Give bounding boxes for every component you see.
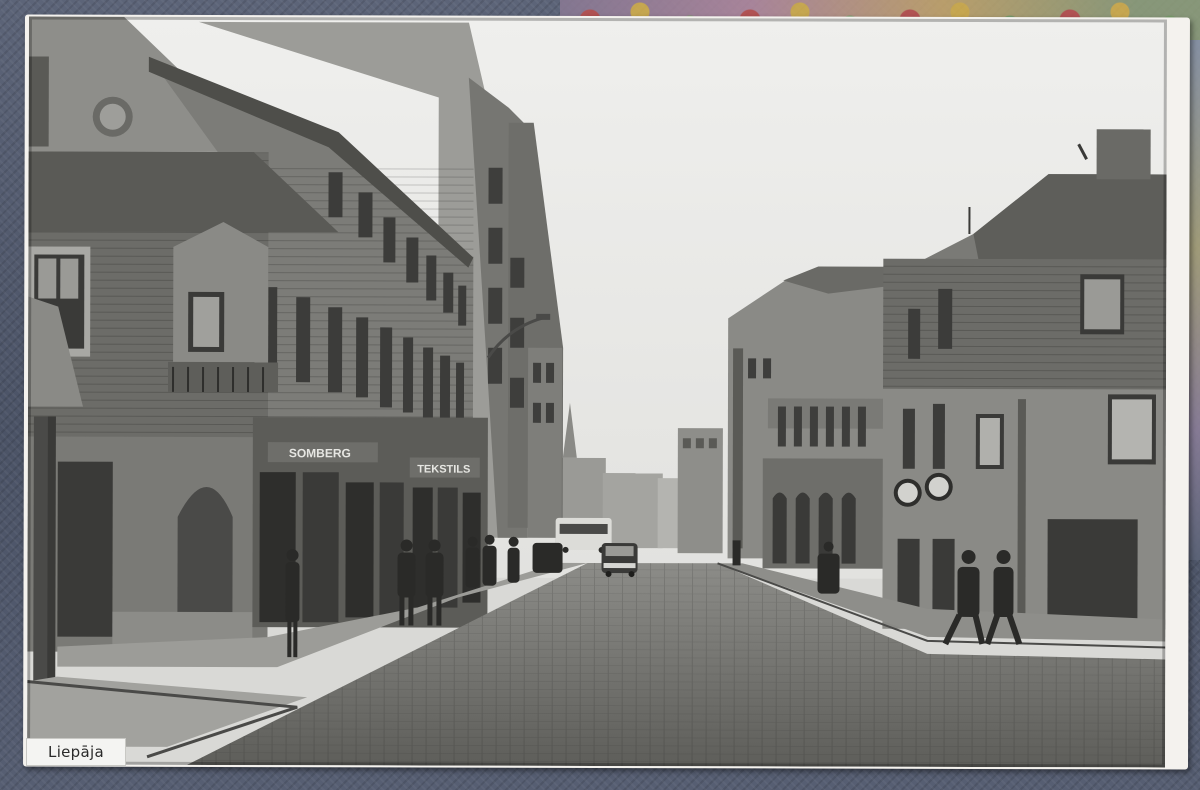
car	[601, 542, 638, 578]
street-scene: SOMBERG TEKSTILS	[27, 16, 1167, 768]
shop-sign-right: TEKSTILS	[417, 464, 470, 476]
right-far-building	[727, 266, 909, 569]
street-photo: SOMBERG TEKSTILS	[27, 16, 1167, 768]
embossed-watermark	[741, 736, 1141, 767]
shop-sign-left: SOMBERG	[289, 446, 351, 460]
postcard: SOMBERG TEKSTILS	[23, 14, 1190, 770]
city-caption: Liepāja	[26, 738, 126, 766]
